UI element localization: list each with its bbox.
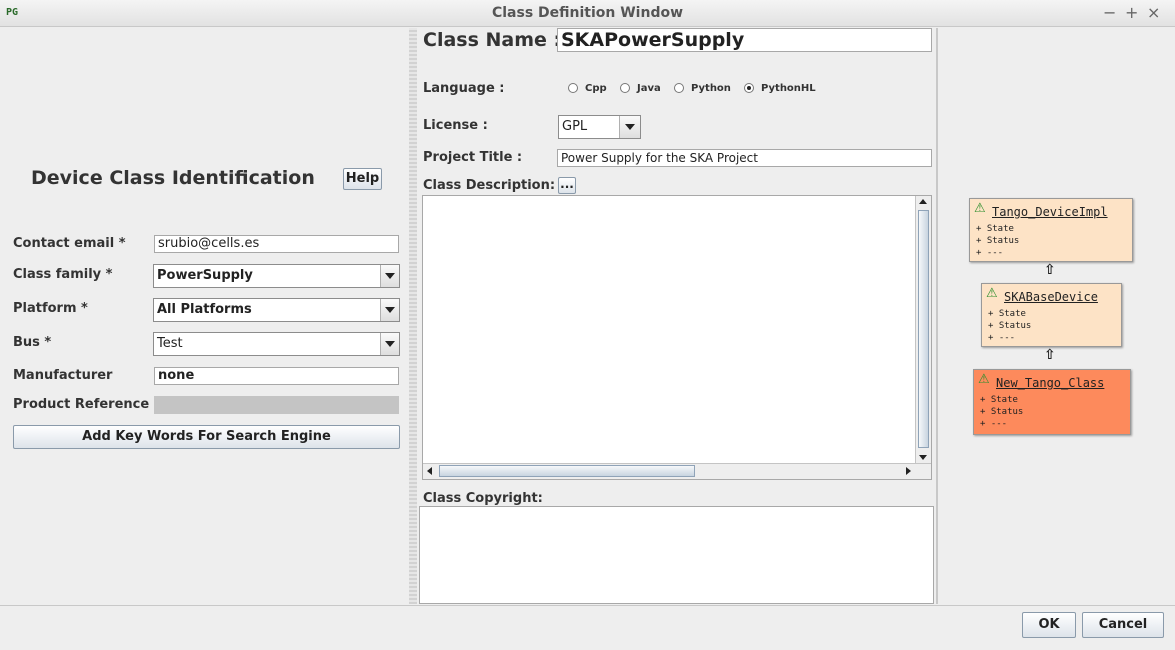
bus-combo[interactable]: Test — [153, 332, 400, 356]
identification-heading: Device Class Identification — [31, 167, 315, 189]
description-vertical-scrollbar[interactable] — [915, 196, 931, 464]
uml-attribute: + State — [976, 224, 1014, 234]
radio-pythonhl[interactable] — [744, 83, 754, 93]
class-description-label: Class Description: — [423, 178, 556, 193]
uml-class-header: ⚠ SKABaseDevice — [982, 284, 1121, 309]
project-title-label: Project Title : — [423, 150, 523, 165]
help-button[interactable]: Help — [343, 168, 382, 190]
footer-separator — [0, 605, 1175, 606]
uml-attributes: + State + Status + --- — [970, 223, 1132, 261]
class-family-label: Class family * — [13, 267, 113, 282]
uml-class-tango-deviceimpl[interactable]: ⚠ Tango_DeviceImpl + State + Status + --… — [969, 198, 1133, 262]
license-label: License : — [423, 118, 488, 133]
horizontal-scroll-thumb[interactable] — [439, 465, 695, 477]
product-reference-label: Product Reference — [13, 397, 150, 412]
radio-java-label: Java — [637, 83, 661, 94]
scroll-left-icon[interactable] — [427, 467, 432, 475]
inheritance-arrow-icon: ⇧ — [1044, 262, 1056, 278]
uml-class-header: ⚠ Tango_DeviceImpl — [970, 199, 1132, 224]
uml-class-new-tango-class[interactable]: ⚠ New_Tango_Class + State + Status + --- — [973, 369, 1131, 435]
platform-value: All Platforms — [157, 302, 252, 317]
uml-class-header: ⚠ New_Tango_Class — [974, 370, 1130, 395]
platform-label: Platform * — [13, 301, 88, 316]
contact-email-label: Contact email * — [13, 236, 126, 251]
uml-attributes: + State + Status + --- — [974, 394, 1130, 434]
radio-java[interactable] — [620, 83, 630, 93]
bus-label: Bus * — [13, 335, 52, 350]
license-combo[interactable]: GPL — [558, 115, 641, 139]
uml-attribute: + State — [988, 309, 1026, 319]
uml-attribute: + --- — [980, 419, 1008, 429]
cancel-button[interactable]: Cancel — [1082, 612, 1164, 638]
chevron-down-icon[interactable] — [380, 299, 399, 321]
uml-attribute: + State — [980, 395, 1018, 405]
radio-python-label: Python — [691, 83, 731, 94]
scroll-right-icon[interactable] — [906, 467, 911, 475]
uml-class-name: New_Tango_Class — [996, 376, 1105, 390]
bus-value[interactable]: Test — [157, 336, 183, 351]
manufacturer-field[interactable]: none — [154, 367, 399, 385]
maximize-icon[interactable]: + — [1125, 3, 1138, 22]
chevron-down-icon[interactable] — [380, 333, 399, 355]
uml-attribute: + Status — [976, 236, 1020, 246]
description-horizontal-scrollbar[interactable] — [423, 463, 931, 479]
uml-attributes: + State + Status + --- — [982, 308, 1121, 346]
chevron-down-icon[interactable] — [619, 116, 640, 138]
minimize-icon[interactable]: − — [1103, 3, 1116, 22]
contact-email-field[interactable]: srubio@cells.es — [154, 235, 399, 253]
class-name-field[interactable]: SKAPowerSupply — [557, 28, 932, 52]
description-edit-button[interactable]: ... — [558, 177, 576, 194]
uml-class-name: Tango_DeviceImpl — [992, 205, 1108, 219]
inheritance-arrow-icon: ⇧ — [1044, 347, 1056, 363]
language-radio-group: Cpp Java Python PythonHL — [568, 83, 828, 97]
uml-attribute: + Status — [980, 407, 1024, 417]
uml-class-skabasedevice[interactable]: ⚠ SKABaseDevice + State + Status + --- — [981, 283, 1122, 347]
title-bar: PG Class Definition Window − + × — [0, 0, 1175, 27]
scroll-up-icon[interactable] — [919, 199, 927, 204]
class-copyright-area[interactable] — [419, 506, 934, 604]
radio-python[interactable] — [674, 83, 684, 93]
add-keywords-button[interactable]: Add Key Words For Search Engine — [13, 425, 400, 449]
manufacturer-label: Manufacturer — [13, 368, 113, 383]
platform-combo[interactable]: All Platforms — [153, 298, 400, 322]
uml-attribute: + --- — [976, 248, 1004, 258]
uml-attribute: + --- — [988, 333, 1016, 343]
language-label: Language : — [423, 81, 505, 96]
class-family-value: PowerSupply — [157, 268, 253, 283]
radio-cpp-label: Cpp — [585, 83, 607, 94]
project-title-field[interactable]: Power Supply for the SKA Project — [557, 149, 932, 167]
ok-button[interactable]: OK — [1022, 612, 1076, 638]
vertical-scroll-thumb[interactable] — [918, 210, 929, 448]
scroll-down-icon[interactable] — [919, 455, 927, 460]
tango-class-icon: ⚠ — [986, 286, 998, 301]
license-value: GPL — [562, 119, 588, 134]
radio-cpp[interactable] — [568, 83, 578, 93]
tango-class-icon: ⚠ — [978, 372, 990, 387]
uml-attribute: + Status — [988, 321, 1032, 331]
right-panel-divider — [936, 28, 938, 604]
split-handle-left[interactable] — [409, 28, 417, 604]
tango-class-icon: ⚠ — [974, 201, 986, 216]
class-description-area[interactable] — [422, 195, 932, 480]
class-name-label: Class Name : — [423, 29, 562, 51]
window-title: Class Definition Window — [491, 5, 684, 21]
class-family-combo[interactable]: PowerSupply — [153, 264, 400, 288]
product-reference-field — [154, 396, 399, 414]
chevron-down-icon[interactable] — [380, 265, 399, 287]
radio-pythonhl-label: PythonHL — [761, 83, 816, 94]
close-icon[interactable]: × — [1147, 3, 1160, 22]
class-copyright-label: Class Copyright: — [423, 491, 543, 506]
uml-class-name: SKABaseDevice — [1004, 290, 1098, 304]
